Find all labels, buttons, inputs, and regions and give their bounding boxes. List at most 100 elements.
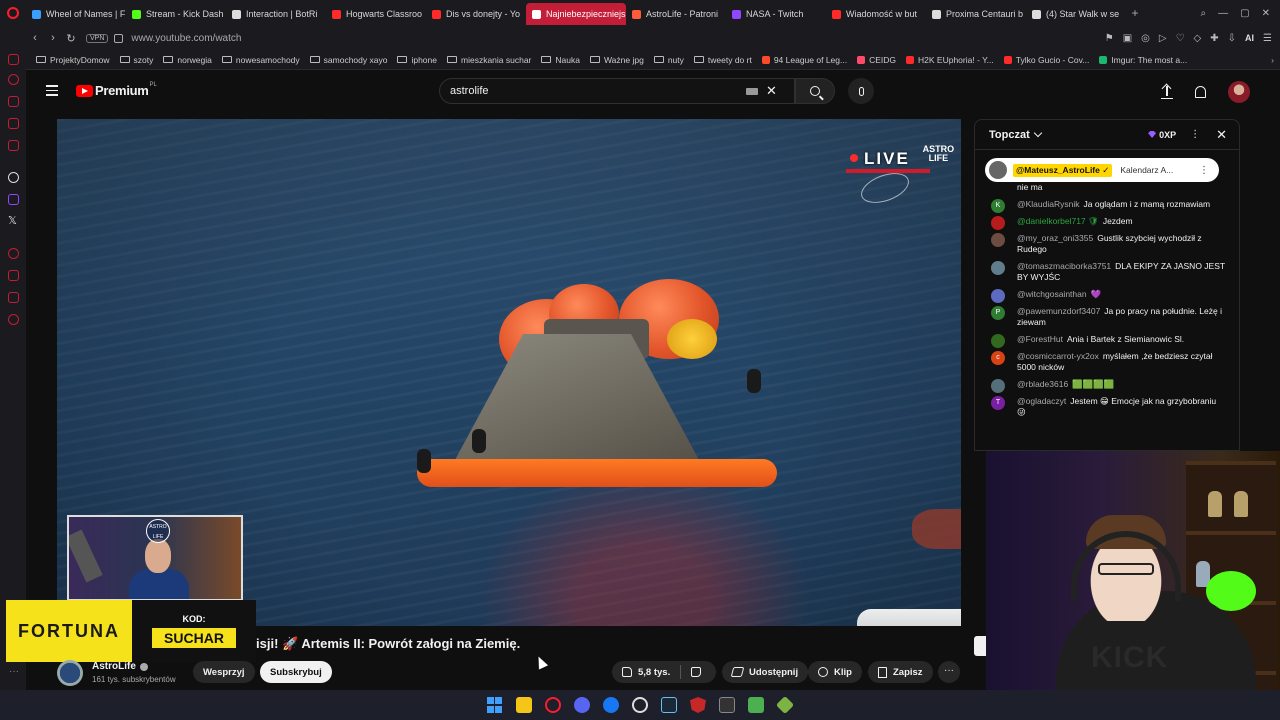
guide-menu-icon[interactable] xyxy=(46,85,58,99)
chat-author[interactable]: @danielkorbel717 🛡 xyxy=(1017,216,1099,226)
bookmark-item[interactable]: Ważne jpg xyxy=(589,55,644,65)
chat-avatar[interactable] xyxy=(991,216,1005,230)
chat-author[interactable]: @my_oraz_oni3355 xyxy=(1017,233,1093,243)
clear-search-icon[interactable]: ✕ xyxy=(766,83,777,99)
share-button[interactable]: Udostępnij xyxy=(722,661,809,683)
aria-ai-button[interactable]: AI xyxy=(1245,33,1254,43)
bookmark-item[interactable]: Tylko Gucio - Cov... xyxy=(1003,55,1089,65)
bookmark-item[interactable]: szoty xyxy=(119,55,153,65)
new-tab-icon[interactable]: + xyxy=(1126,6,1144,20)
maximize-icon[interactable]: ▢ xyxy=(1240,8,1249,19)
close-chat-icon[interactable]: ✕ xyxy=(1216,127,1227,143)
browser-tab[interactable]: (4) Star Walk w se xyxy=(1026,3,1126,25)
browser-tab[interactable]: Hogwarts Classroo xyxy=(326,3,426,25)
search-tabs-icon[interactable]: ⌕ xyxy=(1201,8,1207,19)
keyboard-icon[interactable] xyxy=(746,87,758,95)
chat-message-list[interactable]: nie ma K @KlaudiaRysnik Ja oglądam i z mamą… xyxy=(975,182,1239,424)
browser-tab[interactable]: Najniebezpieczniejs xyxy=(526,3,626,25)
facebook-icon[interactable] xyxy=(603,697,619,713)
browser-tab[interactable]: Interaction | BotRi xyxy=(226,3,326,25)
extensions-icon[interactable] xyxy=(8,292,19,303)
adblock-icon[interactable]: ◎ xyxy=(1141,33,1150,44)
browser-tab[interactable]: Proxima Centauri b xyxy=(926,3,1026,25)
wallet-icon[interactable]: ◇ xyxy=(1194,33,1202,44)
pinned-menu-icon[interactable]: ⋮ xyxy=(1199,165,1209,176)
chat-avatar[interactable] xyxy=(991,289,1005,303)
close-window-icon[interactable]: ✕ xyxy=(1262,8,1270,19)
url-field[interactable]: www.youtube.com/watch xyxy=(131,33,241,44)
voice-search-button[interactable] xyxy=(848,78,874,104)
create-upload-icon[interactable] xyxy=(1161,85,1173,99)
chat-menu-icon[interactable]: ⋮ xyxy=(1190,129,1200,140)
menu-icon[interactable]: ☰ xyxy=(1263,33,1272,44)
channel-name[interactable]: AstroLife xyxy=(92,661,148,672)
chat-avatar[interactable] xyxy=(991,334,1005,348)
bookmark-item[interactable]: tweety do rt xyxy=(693,55,752,65)
extensions-puzzle-icon[interactable]: ✚ xyxy=(1210,33,1218,44)
chat-avatar[interactable]: P xyxy=(991,306,1005,320)
channel-avatar[interactable] xyxy=(57,660,83,686)
save-button[interactable]: Zapisz xyxy=(868,661,933,683)
chat-avatar[interactable]: c xyxy=(991,351,1005,365)
history-icon[interactable] xyxy=(8,248,19,259)
player-icon[interactable]: ▷ xyxy=(1159,33,1167,44)
news-icon[interactable] xyxy=(8,118,19,129)
bookmark-item[interactable]: nowesamochody xyxy=(221,55,300,65)
clip-button[interactable]: Klip xyxy=(808,661,862,683)
chat-avatar[interactable]: K xyxy=(991,199,1005,213)
minecraft-icon[interactable] xyxy=(748,697,764,713)
download-icon[interactable]: ⇩ xyxy=(1228,33,1236,44)
youtube-logo[interactable]: Premium PL xyxy=(76,82,157,98)
bookmarks-overflow-icon[interactable]: › xyxy=(1271,55,1280,65)
file-explorer-icon[interactable] xyxy=(516,697,532,713)
twitch-icon[interactable] xyxy=(8,194,19,205)
opera-ai-icon[interactable] xyxy=(8,74,19,85)
search-button[interactable] xyxy=(795,78,835,104)
forward-icon[interactable]: › xyxy=(44,32,62,44)
bookmark-item[interactable]: CEIDG xyxy=(857,55,896,65)
x-twitter-icon[interactable]: 𝕏 xyxy=(8,214,17,227)
steam-icon[interactable] xyxy=(661,697,677,713)
chat-mode-selector[interactable]: Topczat xyxy=(989,129,1030,141)
xp-badge[interactable]: 0XP xyxy=(1148,130,1176,140)
bookmark-icon[interactable]: ⚑ xyxy=(1105,33,1114,44)
opera-taskbar-icon[interactable] xyxy=(545,697,561,713)
bookmark-item[interactable]: Nauka xyxy=(541,55,580,65)
bookmark-item[interactable]: mieszkania suchar xyxy=(447,55,531,65)
bookmark-item[interactable]: Imgur: The most a... xyxy=(1099,55,1187,65)
chat-avatar[interactable] xyxy=(991,261,1005,275)
shopping-icon[interactable] xyxy=(8,96,19,107)
chatgpt-icon[interactable] xyxy=(8,172,19,183)
chat-author[interactable]: @tomaszmaciborka3751 xyxy=(1017,261,1111,271)
bookmark-item[interactable]: norwegia xyxy=(163,55,212,65)
bookmark-item[interactable]: ProjektyDomow xyxy=(36,55,110,65)
bookmark-item[interactable]: H2K EUphoria! - Y... xyxy=(906,55,994,65)
chat-author[interactable]: @cosmiccarrot-yx2ox xyxy=(1017,351,1099,361)
lock-icon[interactable] xyxy=(114,33,124,43)
chat-author[interactable]: @ogladaczyt xyxy=(1017,396,1066,406)
minimize-icon[interactable]: — xyxy=(1218,8,1228,19)
heart-icon[interactable]: ♡ xyxy=(1176,33,1185,44)
account-avatar[interactable] xyxy=(1228,81,1250,103)
browser-tab[interactable]: Dis vs donejty - Yo xyxy=(426,3,526,25)
chevron-down-icon[interactable] xyxy=(1033,128,1042,138)
support-button[interactable]: Wesprzyj xyxy=(193,661,255,683)
notifications-bell-icon[interactable] xyxy=(1195,86,1206,98)
bookmark-item[interactable]: 94 League of Leg... xyxy=(761,55,847,65)
music-icon[interactable] xyxy=(8,140,19,151)
chat-author[interactable]: @pawemunzdorf3407 xyxy=(1017,306,1100,316)
bookmark-item[interactable]: samochody xayo xyxy=(309,55,387,65)
chat-avatar[interactable] xyxy=(991,379,1005,393)
settings-icon[interactable] xyxy=(8,314,19,325)
browser-tab[interactable]: Stream - Kick Dash xyxy=(126,3,226,25)
chat-author[interactable]: @ForestHut xyxy=(1017,334,1063,344)
snapshot-icon[interactable]: ▣ xyxy=(1123,33,1132,44)
chat-author[interactable]: @witchgosainthan xyxy=(1017,289,1087,299)
search-input[interactable] xyxy=(450,85,740,97)
back-icon[interactable]: ‹ xyxy=(26,32,44,44)
downloads-icon[interactable] xyxy=(8,270,19,281)
pinned-message[interactable]: @Mateusz_AstroLife ✓ Kalendarz A... ⋮ xyxy=(985,158,1219,182)
terminal-icon[interactable] xyxy=(719,697,735,713)
windows-start-icon[interactable] xyxy=(487,697,503,713)
subscribe-button[interactable]: Subskrybuj xyxy=(260,661,332,683)
